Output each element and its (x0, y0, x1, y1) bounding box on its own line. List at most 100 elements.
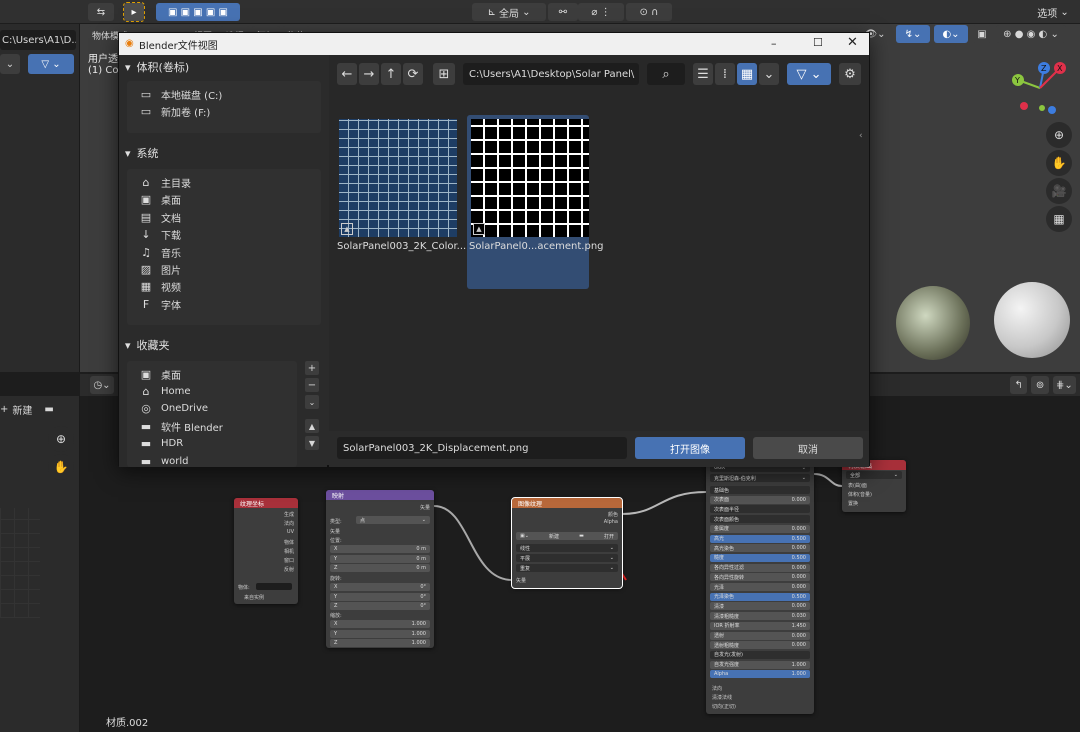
extension-select[interactable]: 重复 ⌄ (516, 564, 618, 572)
bsdf-input-row[interactable]: Alpha 1.000 (710, 670, 810, 679)
input-value: 0.500 (791, 593, 806, 600)
add-bookmark-icon[interactable]: + (305, 361, 319, 375)
bsdf-input-row[interactable]: 金属度 0.000 (710, 524, 810, 533)
vector-field[interactable]: Z 0° (330, 602, 430, 610)
sidebar-item[interactable]: ↓ 下载 (139, 227, 181, 242)
sidebar-item[interactable]: ▤ 文档 (139, 210, 181, 225)
settings-icon[interactable]: ⚙ (839, 63, 861, 85)
sidebar-item[interactable]: ▭ 新加卷 (F:) (139, 104, 211, 120)
chevron-down-icon[interactable]: ⌄ (759, 63, 779, 85)
bsdf-input-row[interactable]: 清漆 0.000 (710, 602, 810, 611)
sidebar-item-label: Home (161, 385, 191, 397)
file-name-displacement[interactable]: SolarPanel0...acement.png (469, 241, 604, 252)
sidebar-item[interactable]: ▣ 桌面 (139, 192, 181, 207)
favorites-section-header[interactable]: ▾ 收藏夹 (125, 337, 170, 353)
parent-directory-icon[interactable]: ↑ (381, 63, 401, 85)
principled-bsdf-node[interactable]: GGX ⌄ 克里斯坦森-伯克利 ⌄ 基础色 次表面 0.000 次表面半径 次表面颜色 金属度… (706, 460, 814, 714)
sidebar-item[interactable]: ▨ 图片 (139, 262, 181, 277)
node-header: 图像纹理 (512, 498, 622, 508)
sidebar-item-label: 新加卷 (F:) (161, 108, 211, 120)
vector-field[interactable]: X 1.000 (330, 620, 430, 628)
close-icon[interactable]: ✕ (847, 35, 858, 50)
detail-view-icon[interactable]: ⁞ (715, 63, 735, 85)
vector-field[interactable]: X 0° (330, 583, 430, 591)
bsdf-input-row[interactable]: 自发光强度 1.000 (710, 660, 810, 669)
image-texture-node[interactable]: 图像纹理 颜色 Alpha ▣⌄ 新建 ▬ 打开 线性 ⌄ 平展 ⌄ 重复 ⌄ 矢量 (511, 497, 623, 589)
list-view-icon[interactable]: ☰ (693, 63, 713, 85)
search-icon[interactable]: ⌕ (647, 63, 685, 85)
vector-field[interactable]: Y 1.000 (330, 629, 430, 638)
vector-field[interactable]: X 0 m (330, 545, 430, 553)
sidebar-item[interactable]: F 字体 (139, 297, 181, 312)
bsdf-input-row[interactable]: 透射粗糙度 0.000 (710, 641, 810, 650)
new-folder-icon[interactable]: ⊞ (433, 63, 455, 85)
drive-icon: ▭ (140, 105, 152, 119)
vector-field[interactable]: Z 0 m (330, 564, 430, 572)
bsdf-input-row[interactable]: 透射 0.000 (710, 631, 810, 640)
refresh-icon[interactable]: ⟳ (403, 63, 423, 85)
cancel-button[interactable]: 取消 (753, 437, 863, 459)
bsdf-input-row[interactable]: 次表面半径 (710, 505, 810, 514)
remove-bookmark-icon[interactable]: − (305, 378, 319, 392)
bsdf-input-row[interactable]: 次表面 0.000 (710, 495, 810, 504)
type-select[interactable]: 点 ⌄ (356, 516, 430, 524)
sidebar-item[interactable]: ▭ 本地磁盘 (C:) (139, 87, 223, 102)
file-thumbnail-displacement[interactable]: ▲ (471, 119, 589, 237)
sss-method-select[interactable]: 克里斯坦森-伯克利 ⌄ (710, 474, 810, 482)
back-icon[interactable]: ← (337, 63, 357, 85)
object-field[interactable] (256, 583, 292, 590)
vector-output: 矢量 (419, 505, 430, 511)
image-datablock-row[interactable]: ▣⌄ 新建 ▬ 打开 (516, 532, 618, 540)
directory-path-field[interactable]: C:\Users\A1\Desktop\Solar Panel\ (463, 63, 639, 85)
bsdf-input-row[interactable]: 高光染色 0.000 (710, 544, 810, 553)
interpolation-select[interactable]: 线性 ⌄ (516, 544, 618, 552)
sidebar-item-label: HDR (161, 438, 184, 450)
sidebar-item[interactable]: ▬ world (139, 454, 189, 468)
bsdf-input-row[interactable]: IOR 折射率 1.450 (710, 621, 810, 630)
bsdf-input-row[interactable]: 次表面颜色 (710, 515, 810, 524)
move-down-icon[interactable]: ▼ (305, 436, 319, 450)
vector-field[interactable]: Y 0 m (330, 554, 430, 563)
material-output-node[interactable]: 材质输出 全部⌄ 表(曲)面体积(音量)置换 (842, 460, 906, 512)
sidebar-item[interactable]: ◎ OneDrive (139, 402, 208, 416)
sidebar-item[interactable]: ♫ 音乐 (139, 245, 181, 260)
bsdf-input-row[interactable]: 清漆粗糙度 0.030 (710, 612, 810, 621)
chevron-left-icon[interactable]: ‹ (859, 131, 863, 141)
forward-icon[interactable]: → (359, 63, 379, 85)
bsdf-input-row[interactable]: 自发光(发射) (710, 650, 810, 659)
bsdf-input-row[interactable]: 光泽 0.000 (710, 583, 810, 591)
bsdf-input-row[interactable]: 各向异性过滤 0.000 (710, 563, 810, 572)
bsdf-input-row[interactable]: 各向异性旋转 0.000 (710, 573, 810, 582)
file-thumbnail-color[interactable]: ▲ (339, 119, 457, 237)
sidebar-item[interactable]: ▬ HDR (139, 437, 183, 451)
bsdf-input-row[interactable]: 高光 0.500 (710, 534, 810, 543)
mapping-node[interactable]: 映射 矢量 类型: 点 ⌄ 矢量 位置: X 0 m Y 0 m Z 0 m 旋转: X 0°… (326, 490, 434, 648)
texture-coordinate-node[interactable]: 纹理坐标 生成 法向 UV 物体 相机 窗口 反射 物体: 来自实例 (234, 498, 298, 604)
move-up-icon[interactable]: ▲ (305, 419, 319, 433)
system-section-header[interactable]: ▾ 系统 (125, 145, 159, 161)
sidebar-item[interactable]: ▦ 视频 (139, 279, 181, 294)
filename-input[interactable]: SolarPanel003_2K_Displacement.png (337, 437, 627, 459)
vector-field[interactable]: Z 1.000 (330, 639, 430, 647)
maximize-icon[interactable]: ☐ (813, 36, 823, 49)
sidebar-item[interactable]: ⌂ 主目录 (139, 175, 192, 190)
bsdf-input-row[interactable]: 光泽染色 0.500 (710, 592, 810, 601)
thumbnail-view-icon[interactable]: ▦ (737, 63, 757, 85)
bsdf-input-row[interactable]: 糙度 0.500 (710, 553, 810, 562)
minimize-icon[interactable]: – (771, 37, 777, 50)
bsdf-input-row[interactable]: 基础色 (710, 486, 810, 494)
volumes-section-header[interactable]: ▾ 体积(卷标) (125, 59, 189, 75)
axis-label: Z (334, 565, 338, 571)
sidebar-item[interactable]: ▣ 桌面 (139, 367, 181, 382)
filter-icon[interactable]: ▽ ⌄ (787, 63, 831, 85)
vector-field[interactable]: Y 0° (330, 592, 430, 601)
sidebar-item[interactable]: ▬ 软件 Blender (139, 419, 223, 434)
file-name-color[interactable]: SolarPanel003_2K_Color.... (337, 241, 469, 252)
from-instancer-checkbox[interactable]: 来自实例 (244, 594, 264, 601)
target-select[interactable]: 全部 ⌄ (846, 471, 902, 479)
chevron-down-icon: ▾ (125, 60, 131, 74)
projection-select[interactable]: 平展 ⌄ (516, 554, 618, 562)
chevron-down-icon[interactable]: ⌄ (305, 395, 319, 409)
sidebar-item[interactable]: ⌂ Home (139, 384, 191, 398)
open-image-button[interactable]: 打开图像 (635, 437, 745, 459)
